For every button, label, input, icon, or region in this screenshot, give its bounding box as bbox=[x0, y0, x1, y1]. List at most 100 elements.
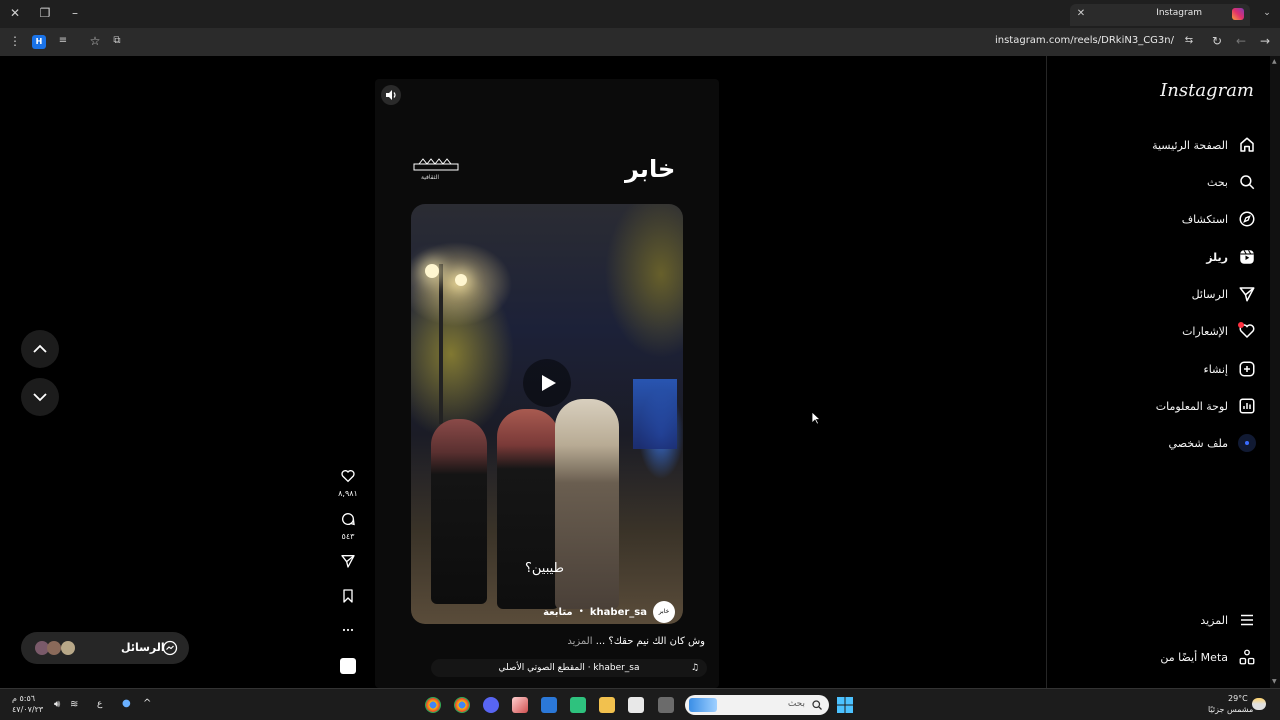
owner-avatar[interactable]: خابر bbox=[653, 601, 675, 623]
like-button[interactable]: ٨,٩٨١ bbox=[338, 468, 358, 498]
sidebar-item-label: الرسائل bbox=[1191, 287, 1228, 301]
music-note-icon: ♫ bbox=[690, 663, 699, 673]
search-highlight-image bbox=[689, 698, 717, 712]
address-bar[interactable]: instagram.com/reels/DRkiN3_CG3n/ bbox=[995, 35, 1174, 46]
clock-time[interactable]: ٥:٥٦ م bbox=[12, 694, 35, 703]
sidebar-item-meta[interactable]: أيضًا من Meta bbox=[1160, 645, 1256, 669]
meta-apps-icon bbox=[1239, 649, 1255, 665]
owner-username[interactable]: khaber_sa bbox=[590, 607, 647, 618]
profile-badge[interactable]: H bbox=[32, 35, 46, 49]
instagram-favicon-icon bbox=[1232, 8, 1244, 20]
mute-button[interactable] bbox=[381, 85, 401, 105]
tab-list-chevron-icon[interactable]: ⌄ bbox=[1258, 5, 1276, 23]
reel-player[interactable]: خابر الثقافية طيبين؟ متابعة • khaber_sa … bbox=[375, 79, 719, 688]
send-icon bbox=[1239, 287, 1255, 302]
back-arrow-icon[interactable]: ← bbox=[1232, 33, 1250, 51]
close-tab-icon[interactable]: ✕ bbox=[1072, 6, 1090, 24]
sidebar: Instagram الصفحة الرئيسية بحث استكشاف ري… bbox=[1046, 56, 1270, 688]
messenger-icon bbox=[162, 640, 178, 656]
scroll-up-arrow-icon[interactable]: ▲ bbox=[1272, 58, 1277, 65]
like-count: ٨,٩٨١ bbox=[338, 489, 358, 498]
lamp-glow bbox=[425, 264, 439, 278]
lamp-glow bbox=[455, 274, 467, 286]
caption-text: وش كان الك نيم حقك؟ ... bbox=[595, 636, 705, 647]
windows-start-icon[interactable] bbox=[837, 697, 853, 713]
sidebar-item-notifications[interactable]: الإشعارات bbox=[1182, 319, 1256, 343]
avatar bbox=[47, 641, 61, 655]
follow-button[interactable]: متابعة bbox=[543, 607, 573, 618]
reel-caption: وش كان الك نيم حقك؟ ... المزيد bbox=[567, 636, 705, 647]
chrome-taskbar-icon[interactable] bbox=[454, 697, 470, 713]
minimize-window-icon[interactable]: – bbox=[66, 5, 84, 23]
browser-toolbar: ⋮ H ≡ ☆ ⧉ instagram.com/reels/DRkiN3_CG3… bbox=[0, 28, 1280, 56]
microphone-icon[interactable]: ● bbox=[122, 698, 131, 709]
bookmark-star-icon[interactable]: ☆ bbox=[86, 33, 104, 51]
sidebar-item-home[interactable]: الصفحة الرئيسية bbox=[1152, 133, 1256, 157]
audio-thumbnail-button[interactable] bbox=[338, 658, 358, 674]
chevron-up-icon bbox=[33, 344, 47, 353]
site-settings-icon[interactable]: ⇆ bbox=[1180, 33, 1198, 51]
scroll-down-arrow-icon[interactable]: ▼ bbox=[1272, 678, 1277, 685]
clock-date[interactable]: ٤٧/٠٧/٢٣ bbox=[12, 705, 43, 714]
audio-track-pill[interactable]: المقطع الصوتي الأصلي · khaber_sa ♫ bbox=[431, 659, 707, 677]
input-language[interactable]: ع bbox=[97, 699, 102, 709]
brand-logo-text: خابر bbox=[625, 155, 676, 183]
person-figure bbox=[431, 419, 487, 604]
sidebar-item-search[interactable]: بحث bbox=[1207, 170, 1256, 194]
sidebar-item-create[interactable]: إنشاء bbox=[1204, 357, 1256, 381]
reels-icon bbox=[1240, 249, 1254, 264]
file-explorer-taskbar-icon[interactable] bbox=[599, 697, 615, 713]
reading-list-icon[interactable]: ≡ bbox=[54, 33, 72, 51]
volume-icon[interactable]: 🔊︎ bbox=[54, 699, 60, 710]
sidebar-item-dashboard[interactable]: لوحة المعلومات bbox=[1156, 394, 1256, 418]
comment-button[interactable]: ٥٤٣ bbox=[338, 511, 358, 541]
speaker-icon bbox=[386, 90, 396, 100]
close-window-icon[interactable]: ✕ bbox=[6, 5, 24, 23]
page-scrollbar[interactable]: ▲ ▼ bbox=[1270, 56, 1280, 688]
browser-menu-icon[interactable]: ⋮ bbox=[6, 33, 24, 51]
sidebar-item-messages[interactable]: الرسائل bbox=[1192, 282, 1256, 306]
reload-icon[interactable]: ↻ bbox=[1208, 33, 1226, 51]
sidebar-item-more[interactable]: المزيد bbox=[1200, 608, 1256, 632]
video-overlay-text: طيبين؟ bbox=[525, 561, 564, 576]
task-view-icon[interactable] bbox=[658, 697, 674, 713]
sidebar-item-profile[interactable]: ملف شخصي bbox=[1169, 431, 1256, 455]
next-reel-button[interactable] bbox=[21, 378, 59, 416]
sidebar-item-reels[interactable]: ريلز bbox=[1206, 245, 1256, 269]
more-options-button[interactable] bbox=[338, 622, 358, 642]
sidebar-item-explore[interactable]: استكشاف bbox=[1182, 207, 1256, 231]
ellipsis-icon bbox=[342, 628, 354, 632]
wifi-icon[interactable]: ≋ bbox=[70, 699, 78, 710]
weather-cloud-icon[interactable] bbox=[1252, 698, 1266, 710]
weather-description[interactable]: مشمس جزئيًا bbox=[1208, 705, 1253, 714]
play-button[interactable] bbox=[523, 359, 571, 407]
browser-tab[interactable]: ✕ Instagram bbox=[1070, 4, 1250, 26]
paint-taskbar-icon[interactable] bbox=[512, 697, 528, 713]
hamburger-menu-icon bbox=[1241, 614, 1253, 626]
instagram-logo[interactable]: Instagram bbox=[1160, 80, 1254, 101]
restore-window-icon[interactable]: ❐ bbox=[36, 5, 54, 23]
forward-arrow-icon[interactable]: → bbox=[1256, 33, 1274, 51]
crown-emblem-icon bbox=[413, 158, 459, 171]
reel-video[interactable]: طيبين؟ متابعة • khaber_sa خابر bbox=[411, 204, 683, 624]
messages-pill[interactable]: الرسائل bbox=[21, 632, 189, 664]
mouse-cursor-icon bbox=[811, 411, 821, 425]
store-taskbar-icon[interactable] bbox=[628, 697, 644, 713]
save-button[interactable] bbox=[338, 588, 358, 608]
heart-icon bbox=[341, 470, 355, 483]
weather-temperature[interactable]: 29°C bbox=[1228, 694, 1248, 703]
share-button[interactable] bbox=[338, 553, 358, 573]
taskbar-search-box[interactable]: بحث bbox=[685, 695, 829, 715]
chrome-taskbar-icon[interactable] bbox=[425, 697, 441, 713]
caption-more-link[interactable]: المزيد bbox=[567, 636, 592, 647]
app-taskbar-icon[interactable] bbox=[541, 697, 557, 713]
install-app-icon[interactable]: ⧉ bbox=[108, 33, 126, 51]
app-taskbar-icon[interactable] bbox=[570, 697, 586, 713]
discord-taskbar-icon[interactable] bbox=[483, 697, 499, 713]
messages-pill-label: الرسائل bbox=[121, 641, 165, 654]
avatar-dot bbox=[1245, 441, 1249, 445]
sidebar-item-label: إنشاء bbox=[1203, 362, 1228, 376]
previous-reel-button[interactable] bbox=[21, 330, 59, 368]
sidebar-more-label: المزيد bbox=[1200, 613, 1228, 627]
tray-expand-chevron-icon[interactable]: ^ bbox=[143, 698, 151, 709]
